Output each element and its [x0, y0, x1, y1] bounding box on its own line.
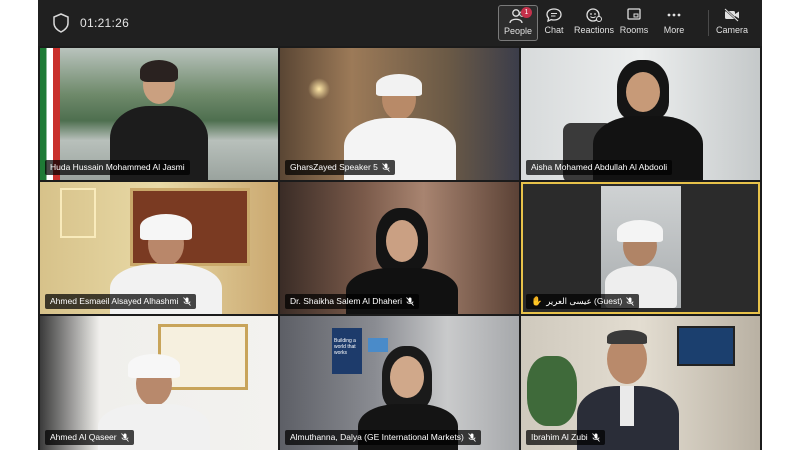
mic-muted-icon: [626, 297, 635, 306]
mic-muted-icon: [120, 433, 129, 442]
wall-decoration: [60, 188, 96, 238]
video-tile[interactable]: Dr. Shaikha Salem Al Dhaheri: [280, 182, 519, 314]
rooms-button[interactable]: Rooms: [614, 5, 654, 41]
mic-muted-icon: [591, 433, 600, 442]
participant-name-tag: Ahmed Al Qaseer: [45, 430, 134, 445]
mic-muted-icon: [182, 297, 191, 306]
participant-name-tag: Aisha Mohamed Abdullah Al Abdooli: [526, 160, 673, 175]
participant-name-tag: GharsZayed Speaker 5: [285, 160, 395, 175]
lamp: [308, 78, 330, 100]
more-label: More: [663, 25, 685, 35]
mic-muted-icon: [382, 163, 390, 172]
toolbar-divider: [708, 10, 709, 36]
participant-video-feed: [601, 186, 681, 308]
chat-button[interactable]: Chat: [534, 5, 574, 41]
video-tile[interactable]: Ibrahim Al Zubi: [521, 316, 760, 450]
mic-muted-icon: [406, 297, 414, 306]
meeting-timer: 01:21:26: [80, 16, 130, 30]
participant-name-tag: Ibrahim Al Zubi: [526, 430, 605, 445]
video-tile[interactable]: Ahmed Esmaeil Alsayed Alhashmi: [40, 182, 278, 314]
video-tile[interactable]: Huda Hussain Mohammed Al Jasmi: [40, 48, 278, 180]
chat-label: Chat: [544, 25, 564, 35]
camera-button[interactable]: Camera: [712, 5, 752, 41]
raised-hand-icon: ✋: [531, 296, 543, 306]
people-count-badge: 1: [521, 7, 532, 18]
participant-name: GharsZayed Speaker 5: [290, 162, 378, 172]
meeting-toolbar: 01:21:26 1 People Chat Reactions Rooms M…: [38, 0, 762, 46]
video-tile[interactable]: Building a world that works Almuthanna, …: [280, 316, 519, 450]
wall-monitor: [677, 326, 735, 366]
participant-name-tag: Huda Hussain Mohammed Al Jasmi: [45, 160, 190, 175]
participant-name-tag: Dr. Shaikha Salem Al Dhaheri: [285, 294, 419, 309]
video-tile-active-speaker[interactable]: ✋ عيسى العرير (Guest): [521, 182, 760, 314]
video-tile[interactable]: Aisha Mohamed Abdullah Al Abdooli: [521, 48, 760, 180]
camera-label: Camera: [715, 25, 748, 35]
participant-name-tag: ✋ عيسى العرير (Guest): [526, 294, 640, 309]
participant-name-tag: Almuthanna, Dalya (GE International Mark…: [285, 430, 481, 445]
screen-display: [368, 338, 388, 352]
participant-name: Ibrahim Al Zubi: [531, 432, 588, 442]
shield-icon[interactable]: [52, 13, 70, 33]
chat-icon: [546, 8, 562, 23]
participant-name: Dr. Shaikha Salem Al Dhaheri: [290, 296, 402, 306]
video-tile[interactable]: GharsZayed Speaker 5: [280, 48, 519, 180]
poster-text: Building a world that works: [334, 338, 356, 356]
participant-name: Aisha Mohamed Abdullah Al Abdooli: [531, 162, 668, 172]
plant: [527, 356, 577, 426]
more-icon: [667, 13, 681, 17]
participant-name: Ahmed Al Qaseer: [50, 432, 117, 442]
rooms-label: Rooms: [619, 25, 649, 35]
participant-name: Ahmed Esmaeil Alsayed Alhashmi: [50, 296, 179, 306]
reactions-button[interactable]: Reactions: [574, 5, 614, 41]
mic-muted-icon: [468, 433, 476, 442]
reactions-label: Reactions: [574, 25, 615, 35]
participant-name: عيسى العرير (Guest): [546, 296, 623, 306]
participant-name-tag: Ahmed Esmaeil Alsayed Alhashmi: [45, 294, 196, 309]
participant-name: Almuthanna, Dalya (GE International Mark…: [290, 432, 464, 442]
teams-meeting-window: 01:21:26 1 People Chat Reactions Rooms M…: [38, 0, 762, 450]
camera-off-icon: [724, 8, 739, 22]
participant-name: Huda Hussain Mohammed Al Jasmi: [50, 162, 185, 172]
office-poster: Building a world that works: [332, 328, 362, 374]
reactions-icon: [586, 8, 602, 22]
rooms-icon: [627, 8, 641, 20]
more-button[interactable]: More: [654, 5, 694, 41]
people-button[interactable]: 1 People: [498, 5, 538, 41]
video-tile[interactable]: Ahmed Al Qaseer: [40, 316, 278, 450]
people-label: People: [503, 26, 533, 36]
